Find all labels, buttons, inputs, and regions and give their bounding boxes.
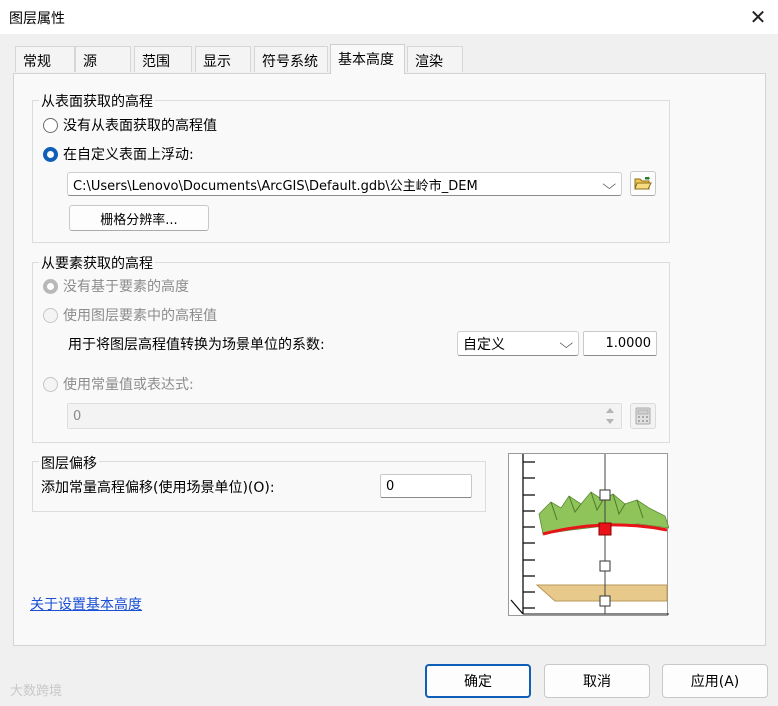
conversion-factor-input[interactable]: 1.0000	[583, 331, 657, 356]
chevron-down-icon: ⌵	[559, 336, 574, 352]
radio-no-feature-height-circle[interactable]	[43, 278, 58, 294]
title-bar	[0, 0, 778, 34]
surface-path-value: C:\Users\Lenovo\Documents\ArcGIS\Default…	[73, 178, 478, 194]
help-link[interactable]: 关于设置基本高度	[30, 594, 142, 614]
tab-extent[interactable]: 范围	[134, 46, 192, 72]
feature-elevation-title: 从要素获取的高程	[39, 253, 155, 273]
window-title: 图层属性	[9, 11, 65, 27]
surface-path-select[interactable]: C:\Users\Lenovo\Documents\ArcGIS\Default…	[67, 172, 622, 196]
expression-input[interactable]: 0	[67, 403, 622, 429]
ok-button[interactable]: 确定	[425, 664, 531, 698]
radio-layer-values[interactable]: 使用图层要素中的高程值	[43, 305, 217, 325]
raster-resolution-button[interactable]: 栅格分辨率...	[69, 205, 209, 231]
conversion-factor-label: 用于将图层高程值转换为场景单位的系数:	[68, 337, 325, 353]
layer-offset-title: 图层偏移	[39, 453, 99, 473]
browse-folder-button[interactable]	[630, 171, 656, 196]
radio-layer-values-circle[interactable]	[43, 307, 58, 323]
radio-no-surface-label: 没有从表面获取的高程值	[63, 118, 217, 134]
offset-value: 0	[386, 478, 395, 494]
tab-source[interactable]: 源	[75, 46, 131, 72]
elevation-diagram	[510, 454, 670, 615]
tab-base-heights[interactable]: 基本高度	[330, 44, 405, 74]
expression-calculator-button[interactable]	[630, 403, 656, 429]
offset-input[interactable]: 0	[380, 474, 472, 498]
unit-select-value: 自定义	[463, 336, 505, 353]
base-height-preview	[508, 453, 670, 616]
watermark: 大数跨境	[10, 684, 63, 699]
radio-float-surface-label: 在自定义表面上浮动:	[63, 147, 194, 163]
expression-value: 0	[73, 408, 82, 424]
close-icon: ✕	[749, 5, 767, 29]
unit-select[interactable]: 自定义 ⌵	[457, 331, 579, 356]
radio-expression-label: 使用常量值或表达式:	[63, 377, 194, 393]
radio-expression-circle[interactable]	[43, 376, 58, 392]
close-button[interactable]: ✕	[740, 2, 776, 32]
tab-general[interactable]: 常规	[15, 46, 75, 72]
radio-layer-values-label: 使用图层要素中的高程值	[63, 308, 217, 324]
calculator-icon	[635, 407, 651, 425]
radio-no-surface-circle[interactable]	[43, 117, 58, 133]
spinner-arrows-icon	[606, 408, 614, 424]
radio-no-feature-height[interactable]: 没有基于要素的高度	[43, 276, 189, 296]
surface-elevation-title: 从表面获取的高程	[39, 91, 155, 111]
radio-no-feature-height-label: 没有基于要素的高度	[63, 279, 189, 295]
radio-expression[interactable]: 使用常量值或表达式:	[43, 374, 194, 394]
expression-spinner[interactable]	[602, 404, 618, 428]
radio-float-surface-circle[interactable]	[43, 146, 58, 162]
cancel-button[interactable]: 取消	[544, 664, 650, 698]
radio-float-surface[interactable]: 在自定义表面上浮动:	[43, 144, 194, 164]
tab-rendering[interactable]: 渲染	[407, 46, 463, 72]
radio-no-surface[interactable]: 没有从表面获取的高程值	[43, 115, 217, 135]
chevron-down-icon: ⌵	[602, 177, 617, 193]
tab-display[interactable]: 显示	[195, 46, 251, 72]
open-folder-icon	[634, 176, 652, 190]
apply-button[interactable]: 应用(A)	[662, 664, 768, 698]
tab-symbology[interactable]: 符号系统	[254, 46, 328, 72]
offset-label: 添加常量高程偏移(使用场景单位)(O):	[41, 480, 275, 496]
